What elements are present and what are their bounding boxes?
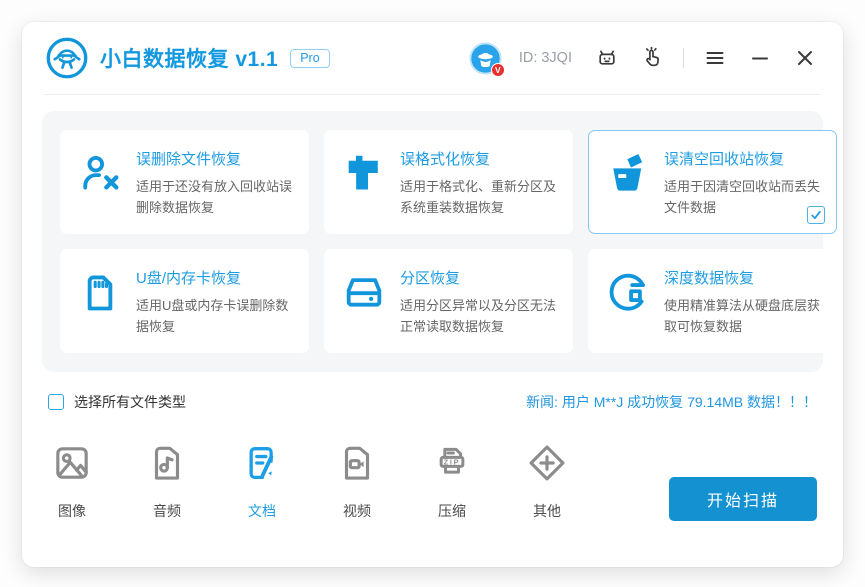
file-type-image[interactable]: 图像	[48, 442, 96, 521]
checkmark-icon	[811, 211, 821, 220]
file-type-row: 图像 音频 文档 视频 ZIP 压缩 其他 开始扫描	[48, 442, 817, 522]
close-icon	[798, 51, 812, 65]
news-ticker: 新闻: 用户 M**J 成功恢复 79.14MB 数据！！！	[526, 394, 817, 411]
card-partition-recovery[interactable]: 分区恢复 适用分区异常以及分区无法正常读取数据恢复	[324, 249, 573, 354]
deep-scan-icon	[605, 269, 651, 315]
header-separator	[44, 94, 821, 95]
header-controls: V ID: 3JQI	[469, 41, 819, 77]
file-type-video[interactable]: 视频	[333, 442, 381, 521]
app-title: 小白数据恢复 v1.1	[100, 48, 279, 71]
file-type-document[interactable]: 文档	[238, 442, 286, 521]
file-type-label: 视频	[343, 503, 371, 520]
robot-assistant-button[interactable]	[593, 44, 621, 72]
user-x-icon	[77, 150, 123, 196]
pro-badge: Pro	[290, 48, 330, 68]
zip-file-icon: ZIP	[431, 442, 473, 484]
card-title: 误删除文件恢复	[136, 151, 242, 168]
options-row: 选择所有文件类型 新闻: 用户 M**J 成功恢复 79.14MB 数据！！！	[48, 392, 817, 412]
format-brush-icon	[341, 150, 387, 196]
card-title: U盘/内存卡恢复	[136, 270, 242, 288]
document-file-icon	[241, 442, 283, 484]
other-file-icon	[526, 442, 568, 484]
app-window: 小白数据恢复 v1.1 Pro V ID: 3JQI 误删除文件恢复 适用于还没…	[22, 22, 843, 567]
audio-file-icon	[146, 442, 188, 484]
card-description: 适用分区异常以及分区无法正常读取数据恢复	[400, 298, 557, 335]
card-title: 深度数据恢复	[664, 270, 755, 288]
file-type-label: 压缩	[438, 503, 466, 520]
close-button[interactable]	[791, 44, 819, 72]
robot-icon	[599, 50, 615, 65]
card-title: 误清空回收站恢复	[664, 151, 785, 168]
select-all-file-types[interactable]: 选择所有文件类型	[48, 392, 186, 412]
file-type-label: 音频	[153, 503, 181, 520]
card-format-recovery[interactable]: 误格式化恢复 适用于格式化、重新分区及系统重装数据恢复	[324, 130, 573, 235]
file-type-list: 图像 音频 文档 视频 ZIP 压缩 其他	[48, 442, 571, 521]
file-type-label: 图像	[58, 503, 86, 520]
file-type-archive[interactable]: ZIP 压缩	[428, 442, 476, 521]
menu-button[interactable]	[701, 44, 729, 72]
card-title: 误格式化恢复	[400, 151, 491, 168]
file-type-label: 文档	[248, 503, 276, 520]
card-description: 适用于因清空回收站而丢失文件数据	[664, 179, 821, 216]
recycle-bin-icon	[605, 150, 651, 196]
start-scan-button[interactable]: 开始扫描	[669, 477, 817, 522]
card-description: 适用于格式化、重新分区及系统重装数据恢复	[400, 179, 557, 216]
select-all-checkbox[interactable]	[48, 394, 64, 411]
touch-icon	[645, 46, 659, 67]
sd-card-icon	[77, 269, 123, 315]
card-title: 分区恢复	[400, 270, 461, 288]
select-all-label: 选择所有文件类型	[74, 394, 186, 411]
card-description: 使用精准算法从硬盘底层获取可恢复数据	[664, 298, 821, 335]
touch-tutorial-button[interactable]	[638, 44, 666, 72]
file-type-label: 其他	[533, 503, 561, 520]
user-avatar[interactable]: V	[469, 41, 505, 77]
image-file-icon	[51, 442, 93, 484]
card-recycle-bin-recovery[interactable]: 误清空回收站恢复 适用于因清空回收站而丢失文件数据	[588, 130, 837, 235]
app-logo-mascot-icon	[46, 37, 88, 79]
title-bar: 小白数据恢复 v1.1 Pro V ID: 3JQI	[22, 22, 843, 94]
user-id-label: ID: 3JQI	[518, 50, 572, 66]
file-type-other[interactable]: 其他	[523, 442, 571, 521]
card-description: 适用U盘或内存卡误删除数据恢复	[136, 298, 289, 335]
card-checkbox-checked[interactable]	[807, 206, 825, 225]
minimize-button[interactable]	[746, 44, 774, 72]
card-deleted-file-recovery[interactable]: 误删除文件恢复 适用于还没有放入回收站误删除数据恢复	[60, 130, 309, 235]
card-description: 适用于还没有放入回收站误删除数据恢复	[136, 179, 293, 216]
card-usb-sd-recovery[interactable]: U盘/内存卡恢复 适用U盘或内存卡误删除数据恢复	[60, 249, 309, 354]
menu-icon	[706, 52, 724, 64]
header-divider	[683, 48, 684, 68]
recovery-modes-panel: 误删除文件恢复 适用于还没有放入回收站误删除数据恢复 误格式化恢复 适用于格式化…	[42, 111, 837, 373]
card-deep-recovery[interactable]: 深度数据恢复 使用精准算法从硬盘底层获取可恢复数据	[588, 249, 837, 354]
hard-drive-icon	[341, 269, 387, 315]
vip-badge: V	[490, 62, 505, 77]
video-file-icon	[336, 442, 378, 484]
file-type-audio[interactable]: 音频	[143, 442, 191, 521]
minimize-icon	[752, 57, 768, 60]
